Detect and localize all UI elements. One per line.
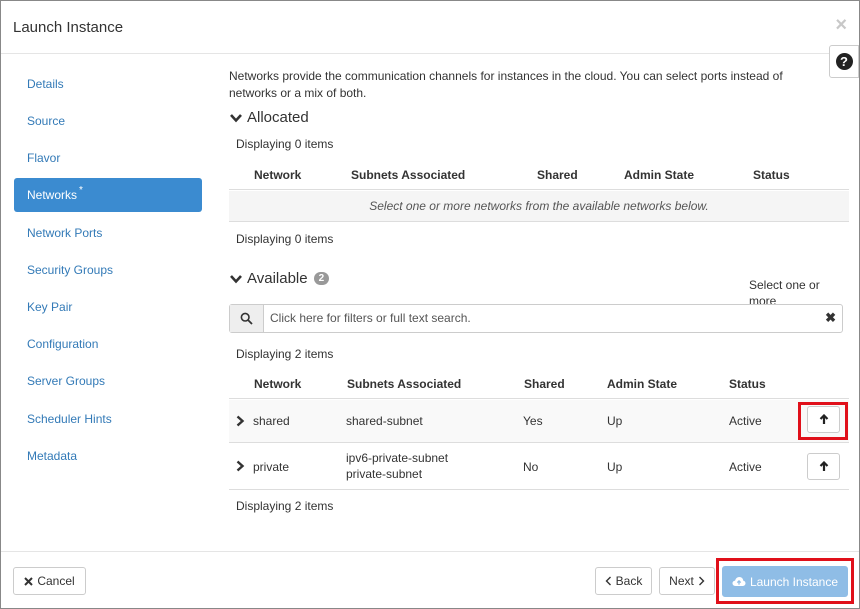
allocate-private-button[interactable] — [807, 453, 840, 480]
table-row: shared shared-subnet Yes Up Active — [229, 400, 849, 443]
shared-value: Yes — [523, 414, 543, 428]
sidebar-item-networks[interactable]: Networks * — [14, 178, 202, 212]
arrow-up-icon — [819, 461, 828, 471]
column-header: Status — [753, 168, 790, 182]
subnet-name: shared-subnet — [346, 414, 423, 428]
available-title: Available — [247, 270, 308, 287]
chevron-right-icon[interactable] — [235, 415, 245, 427]
subnet-name: private-subnet — [346, 467, 423, 481]
column-header: Network — [254, 168, 302, 182]
required-marker: * — [79, 184, 83, 196]
allocated-section-toggle[interactable]: Allocated — [229, 109, 309, 126]
allocated-title: Allocated — [247, 109, 309, 126]
sidebar-item-flavor[interactable]: Flavor — [14, 141, 202, 175]
sidebar-item-metadata[interactable]: Metadata — [14, 439, 202, 473]
sidebar-item-key-pair[interactable]: Key Pair — [14, 290, 202, 324]
dialog-title: Launch Instance — [13, 19, 124, 36]
cancel-button[interactable]: Cancel — [13, 567, 86, 595]
allocated-count-top: Displaying 0 items — [236, 137, 334, 151]
column-header: Shared — [524, 377, 565, 391]
column-header: Status — [729, 377, 766, 391]
allocated-count-bottom: Displaying 0 items — [236, 232, 334, 246]
search-icon-addon — [230, 305, 264, 332]
column-header: Network — [254, 377, 302, 391]
column-header: Shared — [537, 168, 578, 182]
cloud-upload-icon — [732, 577, 746, 586]
sidebar-item-server-groups[interactable]: Server Groups — [14, 364, 202, 398]
shared-value: No — [523, 460, 539, 474]
status-value: Active — [729, 414, 762, 428]
chevron-down-icon — [230, 113, 242, 122]
search-bar: ✖ — [229, 304, 843, 333]
chevron-right-icon — [698, 576, 705, 586]
allocated-empty-message: Select one or more networks from the ava… — [229, 191, 849, 222]
column-header: Admin State — [607, 377, 678, 391]
help-button[interactable]: ? — [829, 45, 859, 78]
chevron-right-icon[interactable] — [235, 460, 245, 472]
intro-text: Networks provide the communication chann… — [229, 69, 783, 100]
available-section-toggle[interactable]: Available 2 — [229, 270, 330, 287]
available-table-header: Network Subnets Associated Shared Admin … — [229, 368, 849, 399]
table-row: private ipv6-private-subnet private-subn… — [229, 443, 849, 490]
chevron-left-icon — [605, 576, 611, 586]
next-button[interactable]: Next — [659, 567, 715, 595]
allocated-table-header: Network Subnets Associated Shared Admin … — [229, 159, 849, 190]
dialog-footer: Cancel Back Next Launch Instance — [1, 551, 859, 609]
close-icon — [24, 576, 34, 586]
subnet-name: ipv6-private-subnet — [346, 451, 449, 465]
column-header: Admin State — [624, 168, 695, 182]
search-input[interactable] — [270, 311, 810, 325]
launch-instance-dialog: Launch Instance × ? Details Source Flavo… — [0, 0, 860, 609]
wizard-sidebar: Details Source Flavor Networks * Network … — [1, 54, 215, 551]
launch-instance-button[interactable]: Launch Instance — [722, 566, 848, 597]
column-header: Subnets Associated — [351, 168, 466, 182]
network-name: shared — [253, 414, 290, 428]
available-count-badge: 2 — [313, 272, 330, 285]
arrow-up-icon — [819, 414, 828, 424]
search-icon — [240, 312, 253, 325]
status-value: Active — [729, 460, 762, 474]
chevron-down-icon — [230, 274, 242, 283]
back-button[interactable]: Back — [595, 567, 652, 595]
sidebar-item-security-groups[interactable]: Security Groups — [14, 253, 202, 287]
close-icon[interactable]: × — [835, 14, 847, 37]
clear-search-icon[interactable]: ✖ — [825, 310, 836, 326]
available-count-top: Displaying 2 items — [236, 347, 334, 361]
question-icon: ? — [835, 53, 853, 70]
sidebar-item-configuration[interactable]: Configuration — [14, 327, 202, 361]
sidebar-item-details[interactable]: Details — [14, 67, 202, 101]
column-header: Subnets Associated — [347, 377, 462, 391]
sidebar-item-source[interactable]: Source — [14, 104, 202, 138]
sidebar-item-network-ports[interactable]: Network Ports — [14, 216, 202, 250]
admin-state-value: Up — [607, 414, 623, 428]
available-count-bottom: Displaying 2 items — [236, 499, 334, 513]
dialog-header: Launch Instance × — [1, 1, 859, 54]
allocate-shared-button[interactable] — [807, 406, 840, 433]
admin-state-value: Up — [607, 460, 623, 474]
sidebar-item-scheduler-hints[interactable]: Scheduler Hints — [14, 402, 202, 436]
network-name: private — [253, 460, 290, 474]
